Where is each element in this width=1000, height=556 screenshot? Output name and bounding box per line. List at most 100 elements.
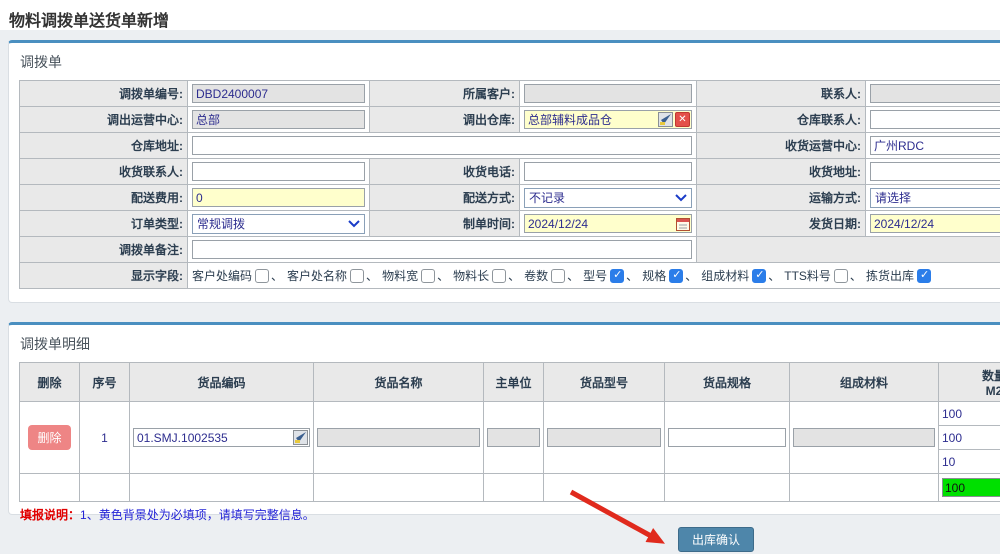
create-time-field[interactable]: 2024/12/24 [524, 214, 692, 233]
fee-label: 配送费用: [20, 185, 188, 211]
display-option-checkbox[interactable] [421, 269, 435, 283]
create-time-value: 2024/12/24 [528, 217, 674, 231]
lookup-icon[interactable] [293, 430, 308, 445]
display-option: 物料宽 [382, 267, 435, 285]
display-option-checkbox[interactable] [492, 269, 506, 283]
col-spec: 货品规格 [665, 363, 790, 402]
col-qty-line2: M2 [941, 384, 1000, 398]
warehouse-contact-label: 仓库联系人: [697, 107, 866, 133]
remark-field[interactable] [192, 240, 692, 259]
display-option-checkbox[interactable] [350, 269, 364, 283]
display-option-checkbox[interactable] [752, 269, 766, 283]
display-option-checkbox[interactable] [610, 269, 624, 283]
receive-address-field[interactable] [870, 162, 1000, 181]
detail-row: 删除 1 01.SMJ.1002535 100 [20, 402, 1000, 426]
unit-field [487, 428, 540, 447]
option-separator: 、 [508, 267, 520, 284]
item-code-value: 01.SMJ.1002535 [137, 431, 291, 445]
detail-header-row: 删除 序号 货品编码 货品名称 主单位 货品型号 货品规格 组成材料 数量 M2 [20, 363, 1000, 402]
ship-date-label: 发货日期: [697, 211, 866, 237]
col-seq: 序号 [80, 363, 130, 402]
receive-phone-field[interactable] [524, 162, 692, 181]
transport-label: 运输方式: [697, 185, 866, 211]
option-separator: 、 [567, 267, 579, 284]
warehouse-address-field[interactable] [192, 136, 692, 155]
display-option-label: 型号 [583, 269, 607, 283]
empty-cell [790, 474, 939, 502]
receive-center-field [870, 136, 1000, 155]
page-title: 物料调拨单送货单新增 [9, 7, 169, 31]
display-option: 型号 [583, 267, 624, 285]
delete-row-button[interactable]: 删除 [28, 425, 70, 450]
display-option-label: 客户处名称 [287, 269, 347, 283]
empty-cell [697, 237, 1000, 263]
contact-field [870, 84, 1000, 103]
transport-select[interactable]: 请选择 [870, 188, 1000, 208]
display-option-label: 拣货出库 [866, 269, 914, 283]
chevron-down-icon [675, 194, 687, 202]
lookup-icon[interactable] [658, 112, 673, 127]
col-material: 组成材料 [790, 363, 939, 402]
ship-date-field[interactable] [870, 214, 1000, 233]
out-warehouse-label: 调出仓库: [370, 107, 520, 133]
col-unit: 主单位 [484, 363, 544, 402]
empty-cell [665, 474, 790, 502]
form-row: 调拨单编号: 所属客户: 联系人: [20, 81, 1000, 107]
display-option-checkbox[interactable] [551, 269, 565, 283]
model-field [547, 428, 661, 447]
col-delete: 删除 [20, 363, 80, 402]
empty-cell [314, 474, 484, 502]
warehouse-contact-field[interactable] [870, 110, 1000, 129]
empty-cell [80, 474, 130, 502]
display-option: 卷数 [524, 267, 565, 285]
display-option-checkbox[interactable] [917, 269, 931, 283]
fee-field[interactable] [192, 188, 365, 207]
form-row: 显示字段: 客户处编码、客户处名称、物料宽、物料长、卷数、型号、规格、组成材料、… [20, 263, 1000, 289]
transfer-order-form: 调拨单编号: 所属客户: 联系人: 调出运营中心: 调出仓库: 总部辅料成品仓 … [19, 80, 1000, 289]
option-separator: 、 [366, 267, 378, 284]
qty-input[interactable] [942, 478, 1000, 497]
option-separator: 、 [850, 267, 862, 284]
display-option-checkbox[interactable] [834, 269, 848, 283]
form-row: 仓库地址: 收货运营中心: [20, 133, 1000, 159]
clear-icon[interactable] [675, 112, 690, 127]
display-option: TTS料号 [784, 267, 848, 285]
spec-field[interactable] [668, 428, 786, 447]
qty-value-1: 100 [939, 402, 1000, 426]
display-option-label: 物料宽 [382, 269, 418, 283]
col-qty-line1: 数量 [941, 367, 1000, 384]
order-type-label: 订单类型: [20, 211, 188, 237]
receive-contact-field[interactable] [192, 162, 365, 181]
empty-cell [544, 474, 665, 502]
note-text: 1、黄色背景处为必填项，请填写完整信息。 [80, 508, 315, 522]
form-row: 配送费用: 配送方式: 不记录 运输方式: 请选择 [20, 185, 1000, 211]
col-qty: 数量 M2 [939, 363, 1000, 402]
out-warehouse-value: 总部辅料成品仓 [528, 111, 656, 128]
transport-value: 请选择 [875, 189, 1000, 206]
display-options-list: 客户处编码、客户处名称、物料宽、物料长、卷数、型号、规格、组成材料、TTS料号、… [192, 267, 1000, 285]
fill-instructions: 填报说明：1、黄色背景处为必填项，请填写完整信息。 [20, 506, 1000, 523]
delivery-method-select[interactable]: 不记录 [524, 188, 692, 208]
item-name-field [317, 428, 480, 447]
out-center-field [192, 110, 365, 129]
option-separator: 、 [685, 267, 697, 284]
form-row: 订单类型: 常规调拨 制单时间: 2024/12/24 发货日期: [20, 211, 1000, 237]
detail-panel: 调拨单明细 删除 序号 货品编码 货品名称 主单位 货品型号 货品规格 组成材料… [8, 322, 1000, 515]
display-option-label: 组成材料 [701, 269, 749, 283]
calendar-icon[interactable] [676, 217, 690, 231]
order-type-value: 常规调拨 [197, 215, 348, 232]
transfer-order-panel: 调拨单 调拨单编号: 所属客户: 联系人: 调出运营中心: 调出仓库: 总部辅料… [8, 40, 1000, 303]
item-code-field[interactable]: 01.SMJ.1002535 [133, 428, 310, 447]
display-option: 组成材料 [701, 267, 766, 285]
qty-value-3: 10 [939, 450, 1000, 474]
outbound-confirm-button[interactable]: 出库确认 [678, 527, 754, 552]
order-type-select[interactable]: 常规调拨 [192, 214, 365, 234]
display-fields-label: 显示字段: [20, 263, 188, 289]
display-option-label: 物料长 [453, 269, 489, 283]
out-warehouse-field[interactable]: 总部辅料成品仓 [524, 110, 692, 129]
display-option-checkbox[interactable] [669, 269, 683, 283]
col-item-name: 货品名称 [314, 363, 484, 402]
option-separator: 、 [271, 267, 283, 284]
customer-label: 所属客户: [370, 81, 520, 107]
display-option-checkbox[interactable] [255, 269, 269, 283]
